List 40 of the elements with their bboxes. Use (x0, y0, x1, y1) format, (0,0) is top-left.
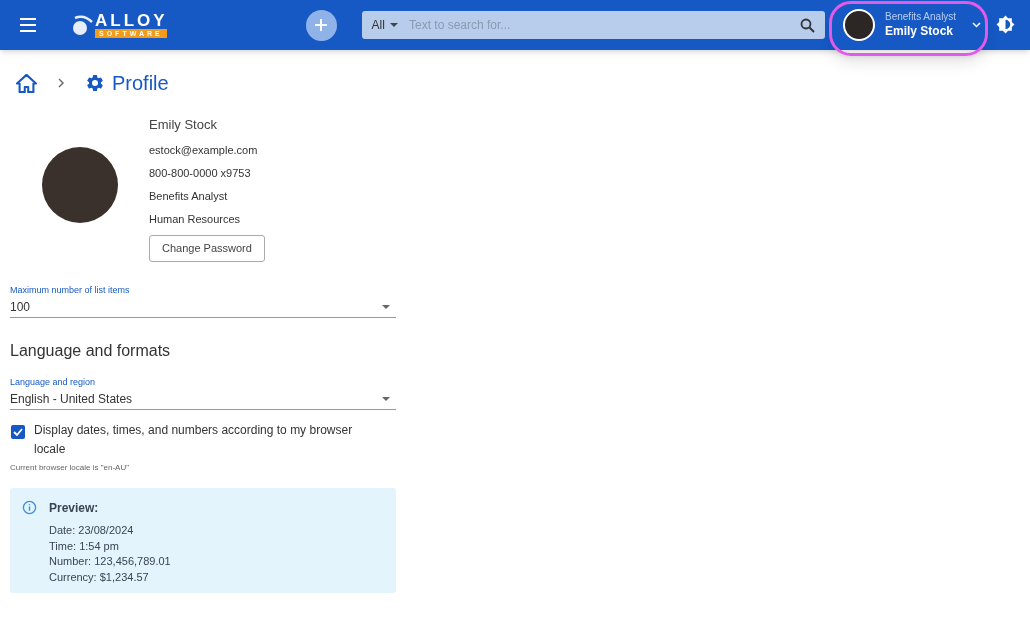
chevron-down-icon (972, 22, 981, 28)
preview-title: Preview: (49, 500, 100, 517)
plus-icon (315, 19, 328, 31)
profile-detail: Benefits Analyst (149, 189, 229, 204)
dropdown-caret-icon (382, 396, 390, 401)
max-items-dropdown[interactable]: 100 (10, 296, 396, 318)
user-name: Emily Stock (885, 23, 954, 39)
info-icon (22, 500, 37, 515)
caret-icon (389, 23, 398, 27)
checkbox-label: Display dates, times, and numbers according to my browser locale (34, 422, 354, 458)
change-password-button[interactable]: Change Password (149, 235, 265, 262)
field-label: Language and region (10, 377, 97, 388)
dropdown-caret-icon (382, 304, 390, 309)
gear-icon (85, 73, 105, 93)
user-menu[interactable]: Benefits Analyst Emily Stock (843, 8, 981, 42)
add-button[interactable] (305, 9, 337, 41)
profile-detail: estock@example.com (149, 143, 258, 158)
search-scope-dropdown[interactable]: All (361, 16, 398, 34)
preview-line: Currency: $1,234.57 (49, 569, 150, 585)
logo-text: ALLOY (95, 12, 168, 29)
home-icon[interactable] (16, 73, 37, 93)
locale-hint: Current browser locale is "en-AU" (10, 462, 131, 474)
page-title: Profile (112, 71, 169, 96)
chevron-right-icon (58, 78, 64, 88)
brightness-icon[interactable] (996, 15, 1015, 34)
search-icon[interactable] (799, 17, 815, 33)
language-dropdown[interactable]: English - United States (10, 388, 396, 410)
menu-icon[interactable] (20, 18, 36, 32)
checkbox[interactable] (11, 425, 25, 439)
profile-detail: Human Resources (149, 212, 242, 227)
profile-detail: 800-800-0000 x9753 (149, 166, 252, 181)
preview-line: Date: 23/08/2024 (49, 523, 135, 538)
field-label: Maximum number of list items (10, 285, 131, 296)
logo-mark-icon (72, 14, 94, 36)
preview-line: Time: 1:54 pm (49, 538, 120, 554)
preview-line: Number: 123,456,789.01 (49, 554, 171, 569)
user-role: Benefits Analyst (885, 11, 957, 23)
profile-name: Emily Stock (149, 117, 217, 133)
avatar-image (843, 9, 875, 41)
section-heading: Language and formats (10, 341, 172, 361)
